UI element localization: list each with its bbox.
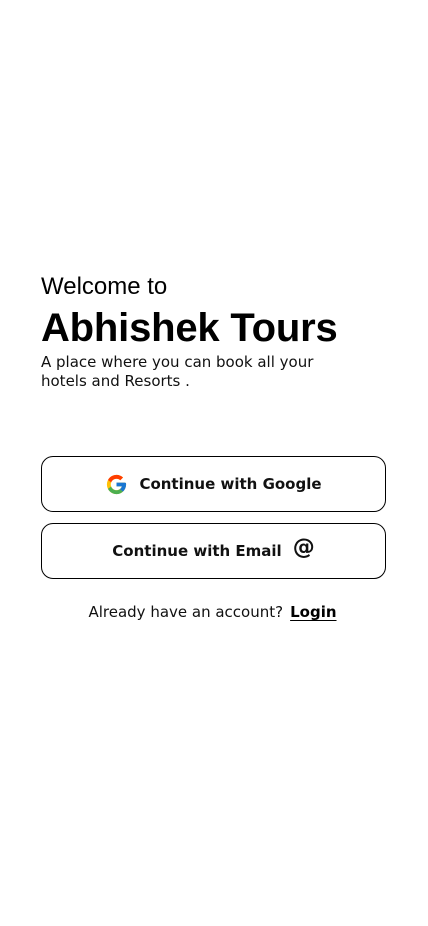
account-prompt-text: Already have an account? (88, 603, 284, 621)
welcome-greeting: Welcome to (41, 273, 168, 300)
continue-with-email-button[interactable]: Continue with Email @ (41, 523, 386, 579)
login-link[interactable]: Login (290, 602, 336, 622)
google-icon (107, 474, 127, 494)
tagline: A place where you can book all your hote… (41, 353, 314, 390)
brand-title: Abhishek Tours (41, 306, 338, 350)
continue-with-google-button[interactable]: Continue with Google (41, 456, 386, 512)
login-prompt-row: Already have an account? Login (0, 602, 428, 622)
email-button-label: Continue with Email (112, 542, 282, 560)
google-button-label: Continue with Google (139, 475, 322, 493)
at-sign-icon: @ (292, 535, 315, 560)
